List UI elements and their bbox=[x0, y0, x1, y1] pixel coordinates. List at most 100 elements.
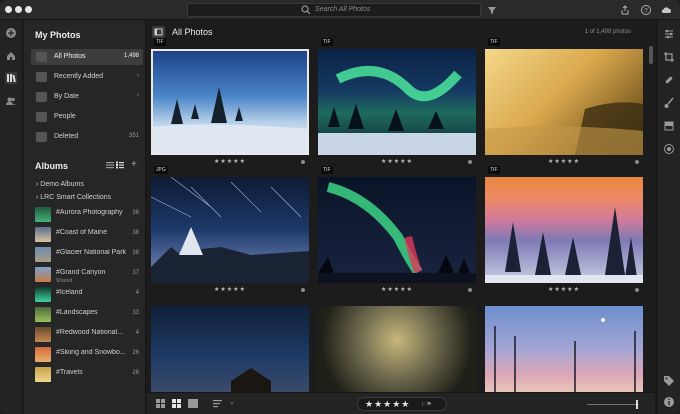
album-thumbnail bbox=[35, 327, 51, 342]
close-window-button[interactable] bbox=[5, 6, 12, 13]
star-rating[interactable]: ★★★★★ bbox=[151, 286, 309, 293]
add-album-button[interactable]: + bbox=[131, 159, 137, 170]
collection-label: Demo Albums bbox=[40, 181, 84, 188]
page-title: All Photos bbox=[172, 27, 213, 37]
flag-dot-icon[interactable] bbox=[468, 288, 472, 292]
album-aurora[interactable]: #Aurora Photography 36 bbox=[31, 206, 143, 224]
clock-icon bbox=[36, 72, 47, 82]
slider-handle[interactable] bbox=[636, 400, 638, 409]
album-travels[interactable]: #Travels 26 bbox=[31, 366, 143, 384]
photo-grid-icon[interactable] bbox=[172, 399, 182, 408]
album-landscapes[interactable]: #Landscapes 33 bbox=[31, 306, 143, 324]
sort-icon[interactable] bbox=[213, 399, 223, 408]
flag-dot-icon[interactable] bbox=[468, 160, 472, 164]
filter-icon[interactable] bbox=[486, 4, 498, 16]
search-bar[interactable]: Search All Photos bbox=[187, 3, 481, 17]
star-rating[interactable]: ★★★★★ bbox=[318, 286, 476, 293]
sidebar-item-all-photos[interactable]: All Photos 1,498 bbox=[31, 49, 143, 65]
cloud-sync-icon[interactable] bbox=[660, 4, 672, 16]
album-thumbnail bbox=[35, 207, 51, 222]
album-redwood[interactable]: #Redwood National... 4 bbox=[31, 326, 143, 344]
rating-stars[interactable]: ★★★★★ bbox=[365, 399, 410, 410]
healing-icon[interactable] bbox=[663, 74, 675, 86]
collection-demo-albums[interactable]: › Demo Albums bbox=[36, 181, 84, 193]
file-type-badge: JPG bbox=[154, 166, 168, 174]
home-icon[interactable] bbox=[5, 50, 17, 62]
photo-image[interactable] bbox=[485, 49, 643, 155]
album-thumbnail bbox=[35, 347, 51, 362]
person-icon bbox=[36, 112, 47, 122]
crop-icon[interactable] bbox=[663, 51, 675, 63]
edit-sliders-icon[interactable] bbox=[663, 28, 675, 40]
file-type-badge: TIF bbox=[154, 38, 166, 46]
rating-filter[interactable]: ★★★★★ ⚐⚑ bbox=[357, 397, 447, 411]
flag-dot-icon[interactable] bbox=[635, 160, 639, 164]
chevron-left-icon[interactable]: ‹ bbox=[137, 93, 139, 99]
help-icon[interactable]: ? bbox=[640, 4, 652, 16]
flag-filter[interactable]: ⚐⚑ bbox=[421, 401, 432, 408]
info-icon[interactable] bbox=[663, 396, 675, 408]
panel-icon bbox=[154, 28, 163, 36]
album-thumbnail bbox=[35, 267, 51, 282]
flag-dot-icon[interactable] bbox=[301, 288, 305, 292]
thumbnail-size-slider[interactable] bbox=[587, 404, 639, 405]
album-grand-canyon[interactable]: #Grand Canyon Shared 37 bbox=[31, 266, 143, 284]
sidebar-item-recently-added[interactable]: Recently Added ‹ bbox=[31, 69, 143, 85]
album-label: #Aurora Photography bbox=[56, 209, 123, 216]
flag-dot-icon[interactable] bbox=[301, 160, 305, 164]
sidebar-item-by-date[interactable]: By Date ‹ bbox=[31, 89, 143, 105]
list-view-icon[interactable] bbox=[106, 161, 114, 169]
star-rating[interactable]: ★★★★★ bbox=[485, 286, 643, 293]
share-icon[interactable] bbox=[619, 4, 631, 16]
star-rating[interactable]: ★★★★★ bbox=[151, 158, 309, 165]
sidebar-item-label: Deleted bbox=[54, 133, 79, 140]
album-label: #Travels bbox=[56, 369, 83, 376]
star-rating[interactable]: ★★★★★ bbox=[318, 158, 476, 165]
chevron-left-icon[interactable]: ‹ bbox=[137, 73, 139, 79]
add-photos-icon[interactable] bbox=[5, 27, 17, 39]
brush-icon[interactable] bbox=[663, 97, 675, 109]
photo-image[interactable] bbox=[151, 177, 309, 283]
album-count: 36 bbox=[132, 210, 139, 216]
left-rail bbox=[0, 20, 23, 414]
radial-gradient-icon[interactable] bbox=[663, 143, 675, 155]
photo-image[interactable] bbox=[151, 306, 309, 392]
album-thumbnail bbox=[35, 287, 51, 302]
album-iceland[interactable]: #Iceland 4 bbox=[31, 286, 143, 304]
flag-dot-icon[interactable] bbox=[635, 288, 639, 292]
file-type-badge: TIF bbox=[321, 38, 333, 46]
album-thumbnail bbox=[35, 367, 51, 382]
linear-gradient-icon[interactable] bbox=[663, 120, 675, 132]
tag-icon[interactable] bbox=[663, 375, 675, 387]
album-thumbnail bbox=[35, 307, 51, 322]
photo-image[interactable] bbox=[318, 177, 476, 283]
photo-image[interactable] bbox=[485, 177, 643, 283]
minimize-window-button[interactable] bbox=[15, 6, 22, 13]
album-skiing[interactable]: #Skiing and Snowbo... 26 bbox=[31, 346, 143, 364]
maximize-window-button[interactable] bbox=[25, 6, 32, 13]
album-count: 33 bbox=[132, 310, 139, 316]
detail-view-icon[interactable] bbox=[116, 161, 124, 169]
photo-image[interactable] bbox=[151, 49, 309, 155]
scrollbar[interactable] bbox=[649, 46, 653, 64]
detail-view-icon[interactable] bbox=[188, 399, 198, 408]
forest-icon bbox=[485, 102, 643, 155]
photos-icon bbox=[36, 52, 47, 62]
barn-icon bbox=[231, 368, 271, 392]
sidebar-item-count: 1,498 bbox=[123, 53, 139, 59]
people-icon[interactable] bbox=[5, 95, 17, 107]
albums-heading: Albums bbox=[35, 161, 69, 171]
chevron-down-icon[interactable]: ⌄ bbox=[229, 398, 235, 406]
photo-image[interactable] bbox=[318, 49, 476, 155]
album-glacier[interactable]: #Glacier National Park 38 bbox=[31, 246, 143, 264]
collection-lrc-smart[interactable]: › LRC Smart Collections bbox=[36, 194, 111, 206]
sidebar-item-deleted[interactable]: Deleted 351 bbox=[31, 129, 143, 145]
square-grid-icon[interactable] bbox=[156, 399, 166, 408]
star-rating[interactable]: ★★★★★ bbox=[485, 158, 643, 165]
sidebar-item-people[interactable]: People bbox=[31, 109, 143, 125]
photo-image[interactable] bbox=[485, 306, 643, 392]
toggle-sidebar-button[interactable] bbox=[152, 26, 165, 38]
library-icon[interactable] bbox=[5, 72, 17, 84]
photo-image[interactable] bbox=[318, 306, 476, 392]
album-coast-of-maine[interactable]: #Coast of Maine 38 bbox=[31, 226, 143, 244]
